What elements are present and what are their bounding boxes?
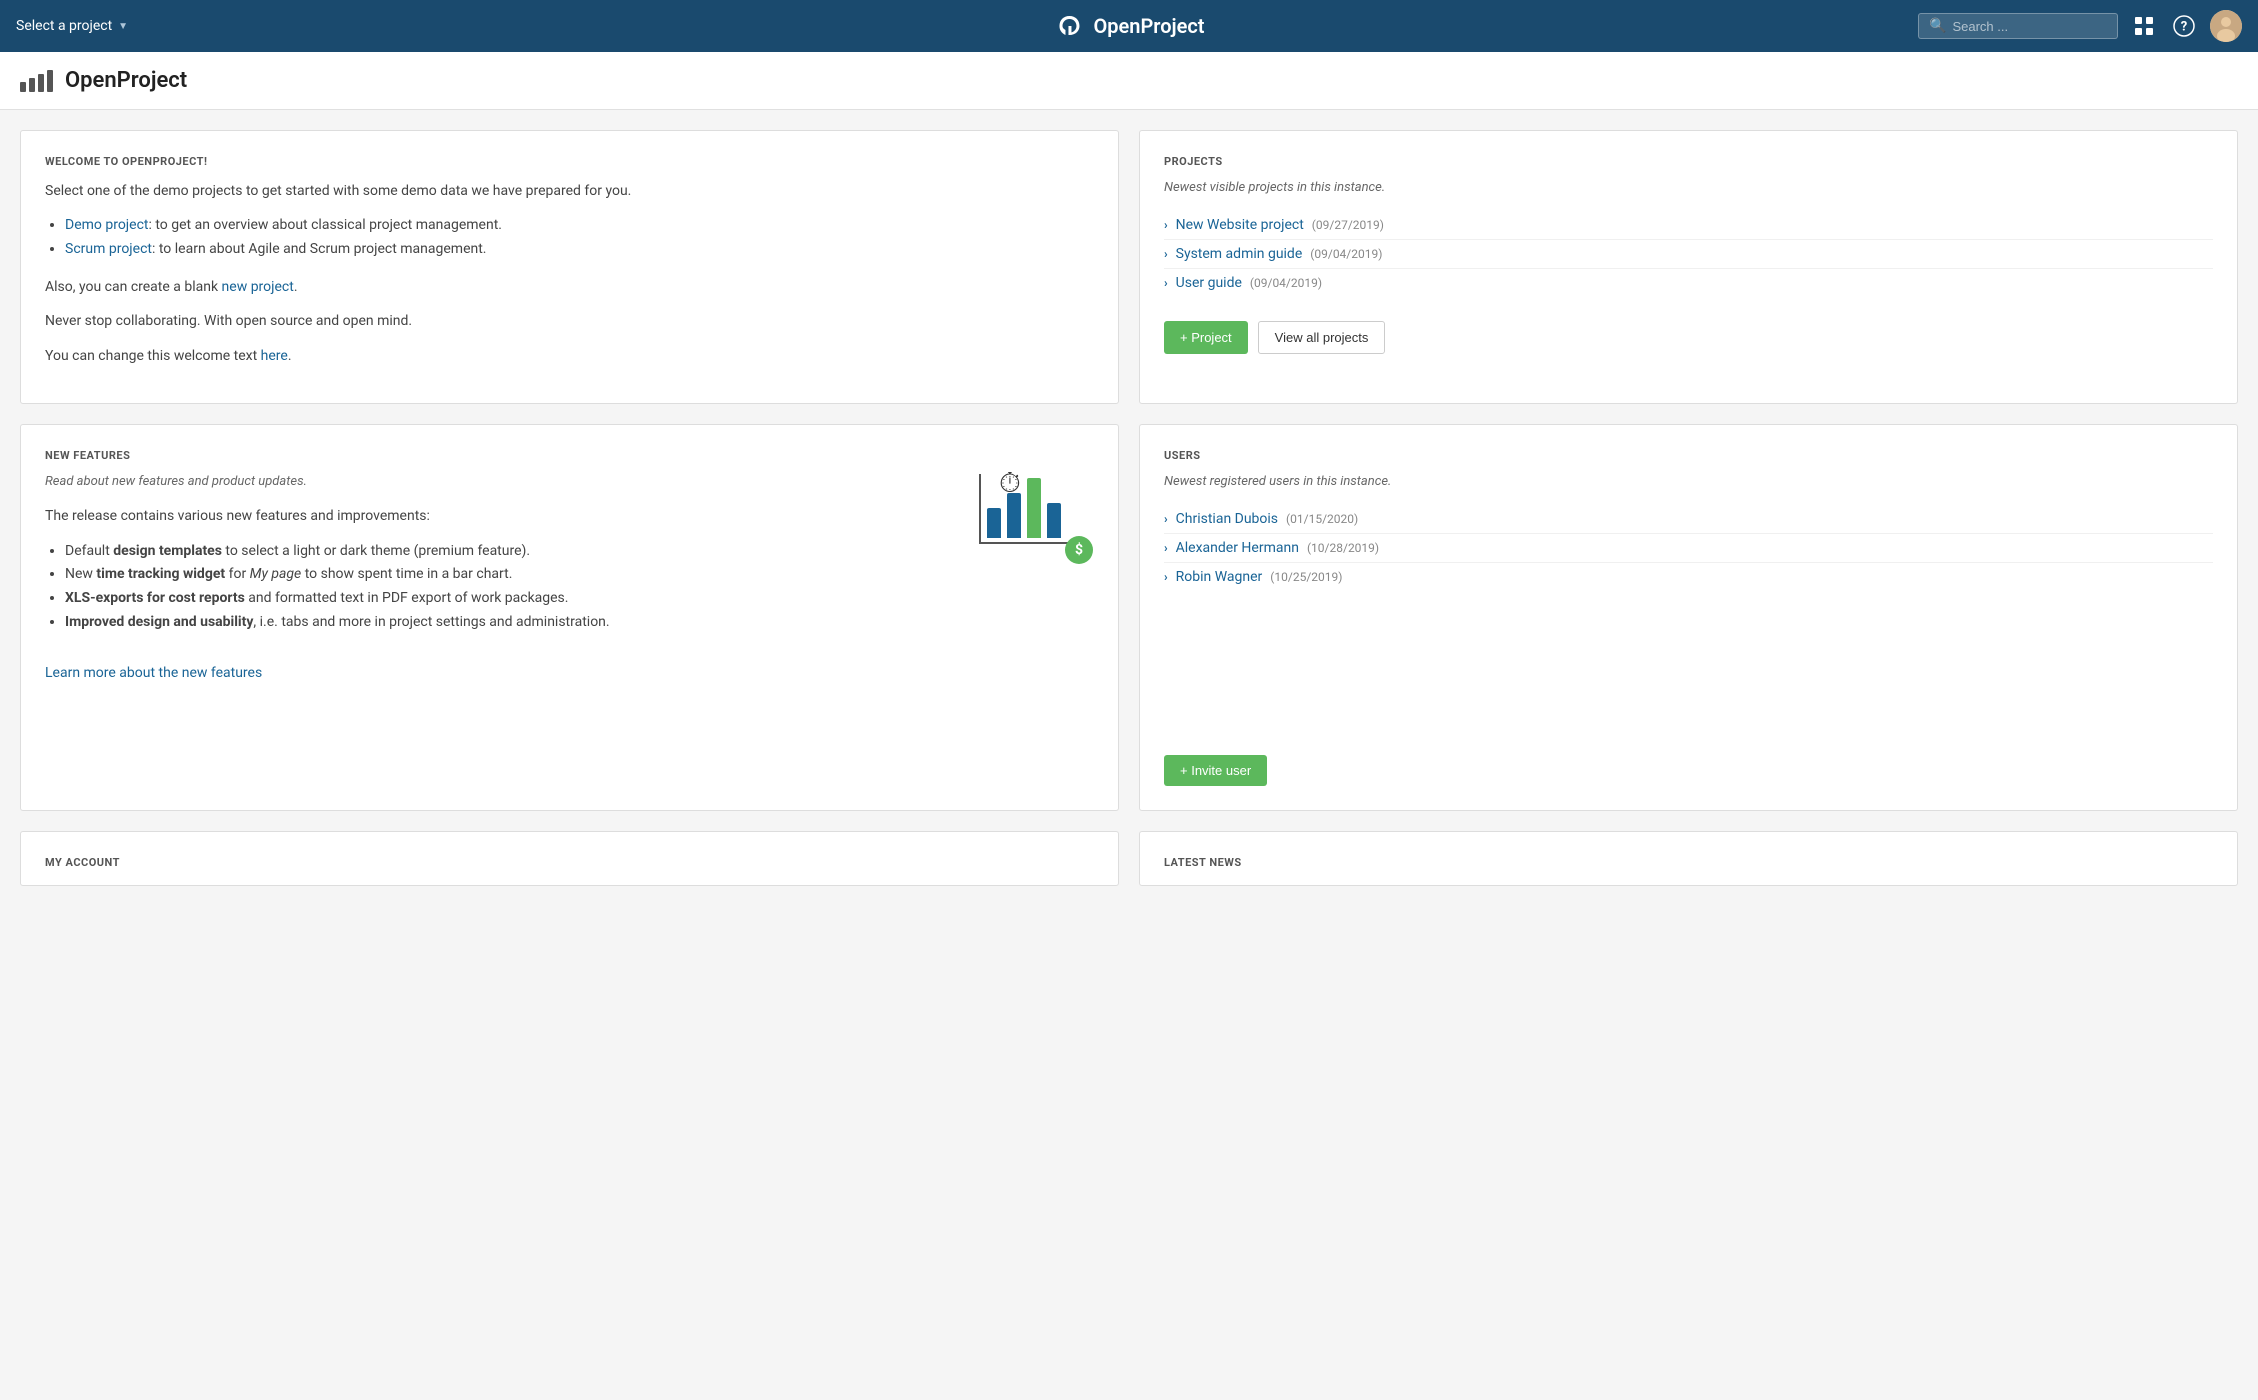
- project-item: › System admin guide (09/04/2019): [1164, 240, 2213, 269]
- logo-text: OpenProject: [1093, 14, 1204, 38]
- features-text: Read about new features and product upda…: [45, 474, 958, 681]
- page-title-icon: [20, 70, 53, 92]
- demo-project-link[interactable]: Demo project: [65, 217, 148, 233]
- chart-bars: [979, 474, 1089, 544]
- header-right: 🔍 ?: [1918, 10, 2242, 42]
- help-icon[interactable]: ?: [2170, 12, 2198, 40]
- user-list: › Christian Dubois (01/15/2020) › Alexan…: [1164, 505, 2213, 591]
- chart-bar-3: [1027, 478, 1041, 538]
- top-grid: WELCOME TO OPENPROJECT! Select one of th…: [20, 130, 2238, 404]
- user-link-3[interactable]: Robin Wagner: [1176, 569, 1263, 585]
- search-icon: 🔍: [1929, 18, 1946, 34]
- invite-user-button-row: + Invite user: [1164, 615, 2213, 786]
- features-content: Read about new features and product upda…: [45, 474, 1094, 681]
- clock-icon: ⏱: [999, 466, 1021, 500]
- chevron-right-icon: ›: [1164, 512, 1168, 526]
- learn-more-link[interactable]: Learn more about the new features: [45, 665, 262, 681]
- scrum-project-link[interactable]: Scrum project: [65, 241, 152, 257]
- project-list: › New Website project (09/27/2019) › Sys…: [1164, 211, 2213, 297]
- projects-button-row: + Project View all projects: [1164, 321, 2213, 354]
- users-card: USERS Newest registered users in this in…: [1139, 424, 2238, 811]
- feature-item-3: XLS-exports for cost reports and formatt…: [65, 587, 958, 611]
- welcome-intro: Select one of the demo projects to get s…: [45, 180, 1094, 202]
- users-subtitle: Newest registered users in this instance…: [1164, 474, 2213, 489]
- user-item: › Alexander Hermann (10/28/2019): [1164, 534, 2213, 563]
- chevron-right-icon: ›: [1164, 276, 1168, 290]
- bottom-grid: NEW FEATURES Read about new features and…: [20, 424, 2238, 811]
- my-account-title: MY ACCOUNT: [45, 856, 1094, 869]
- new-features-card: NEW FEATURES Read about new features and…: [20, 424, 1119, 811]
- feature-item-2: New time tracking widget for My page to …: [65, 563, 958, 587]
- page-title: OpenProject: [65, 68, 187, 93]
- demo-project-item: Demo project: to get an overview about c…: [65, 214, 1094, 238]
- chart-illustration: ⏱ $: [979, 474, 1089, 564]
- latest-news-card: LATEST NEWS: [1139, 831, 2238, 886]
- scrum-project-item: Scrum project: to learn about Agile and …: [65, 238, 1094, 262]
- avatar[interactable]: [2210, 10, 2242, 42]
- user-link-1[interactable]: Christian Dubois: [1176, 511, 1278, 527]
- invite-user-button[interactable]: + Invite user: [1164, 755, 1267, 786]
- latest-news-title: LATEST NEWS: [1164, 856, 2213, 869]
- projects-subtitle: Newest visible projects in this instance…: [1164, 180, 2213, 195]
- dollar-badge: $: [1065, 536, 1093, 564]
- apps-grid-icon[interactable]: [2130, 12, 2158, 40]
- select-project-dropdown[interactable]: Select a project ▼: [16, 18, 128, 34]
- new-features-title: NEW FEATURES: [45, 449, 1094, 462]
- new-project-link[interactable]: new project: [222, 279, 294, 295]
- main-content: WELCOME TO OPENPROJECT! Select one of th…: [0, 110, 2258, 906]
- chart-bar-4: [1047, 503, 1061, 538]
- header: Select a project ▼ OpenProject 🔍: [0, 0, 2258, 52]
- features-illustration: ⏱ $: [974, 474, 1094, 564]
- my-account-card: MY ACCOUNT: [20, 831, 1119, 886]
- projects-card-title: PROJECTS: [1164, 155, 2213, 168]
- user-item: › Christian Dubois (01/15/2020): [1164, 505, 2213, 534]
- app-logo: OpenProject: [1053, 12, 1204, 40]
- demo-project-list: Demo project: to get an overview about c…: [45, 214, 1094, 262]
- feature-item-1: Default design templates to select a lig…: [65, 540, 958, 564]
- user-link-2[interactable]: Alexander Hermann: [1176, 540, 1299, 556]
- chevron-right-icon: ›: [1164, 247, 1168, 261]
- welcome-card: WELCOME TO OPENPROJECT! Select one of th…: [20, 130, 1119, 404]
- select-project-label: Select a project: [16, 18, 112, 34]
- logo-icon: [1053, 12, 1085, 40]
- feature-item-4: Improved design and usability, i.e. tabs…: [65, 611, 958, 635]
- here-link[interactable]: here: [261, 348, 288, 364]
- features-intro: The release contains various new feature…: [45, 505, 958, 527]
- chart-bar-1: [987, 508, 1001, 538]
- project-link-3[interactable]: User guide: [1176, 275, 1242, 291]
- project-link-2[interactable]: System admin guide: [1176, 246, 1303, 262]
- collab-text: Never stop collaborating. With open sour…: [45, 310, 1094, 332]
- features-subtitle: Read about new features and product upda…: [45, 474, 958, 489]
- page-header: OpenProject: [0, 52, 2258, 110]
- project-link-1[interactable]: New Website project: [1176, 217, 1304, 233]
- add-project-button[interactable]: + Project: [1164, 321, 1248, 354]
- users-card-title: USERS: [1164, 449, 2213, 462]
- welcome-card-title: WELCOME TO OPENPROJECT!: [45, 155, 1094, 168]
- search-box[interactable]: 🔍: [1918, 13, 2118, 39]
- features-list: Default design templates to select a lig…: [45, 540, 958, 635]
- projects-card: PROJECTS Newest visible projects in this…: [1139, 130, 2238, 404]
- project-item: › User guide (09/04/2019): [1164, 269, 2213, 297]
- change-text: You can change this welcome text here.: [45, 345, 1094, 367]
- avatar-image: [2210, 10, 2242, 42]
- chevron-right-icon: ›: [1164, 218, 1168, 232]
- partial-grid: MY ACCOUNT LATEST NEWS: [20, 831, 2238, 886]
- project-item: › New Website project (09/27/2019): [1164, 211, 2213, 240]
- chevron-right-icon: ›: [1164, 541, 1168, 555]
- chevron-down-icon: ▼: [118, 21, 128, 32]
- blank-project-text: Also, you can create a blank new project…: [45, 276, 1094, 298]
- search-input[interactable]: [1952, 19, 2107, 34]
- view-all-projects-button[interactable]: View all projects: [1258, 321, 1386, 354]
- user-item: › Robin Wagner (10/25/2019): [1164, 563, 2213, 591]
- svg-text:?: ?: [2181, 20, 2187, 35]
- chevron-right-icon: ›: [1164, 570, 1168, 584]
